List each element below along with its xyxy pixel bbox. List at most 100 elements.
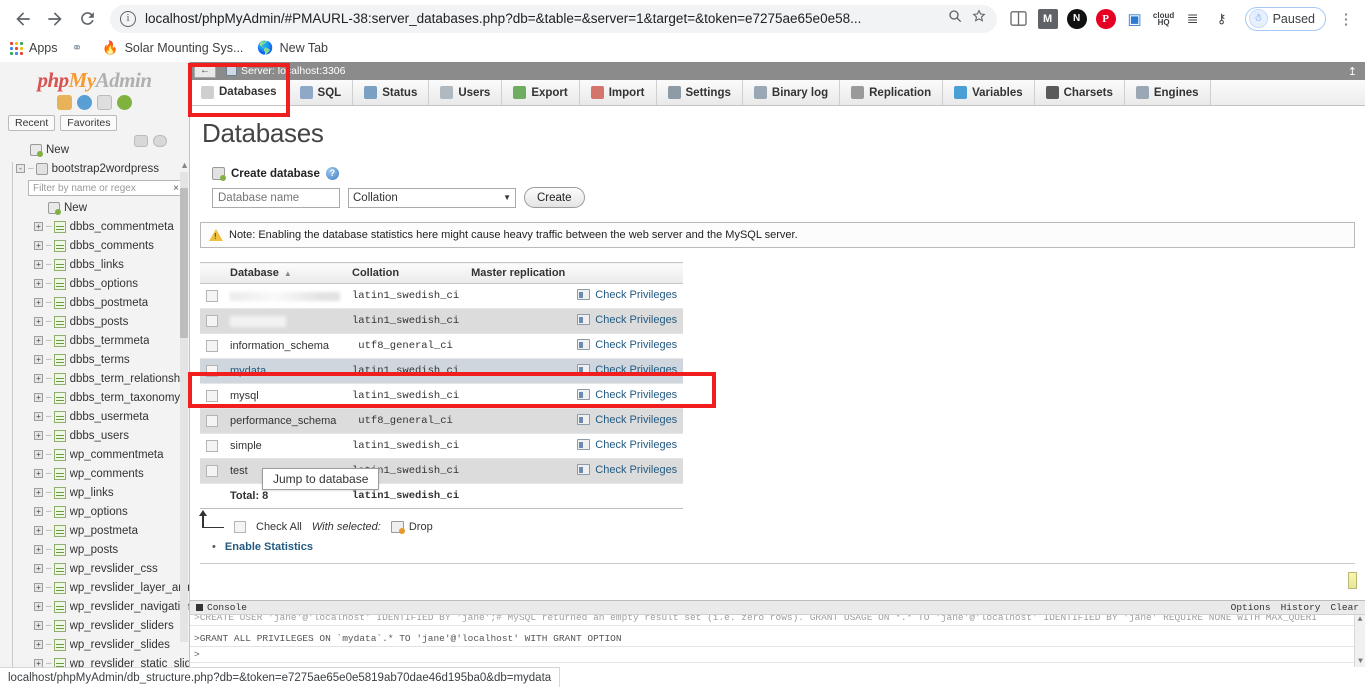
drop-button[interactable]: Drop (390, 521, 433, 534)
tab-variables[interactable]: Variables (943, 80, 1035, 105)
address-bar[interactable]: i localhost/phpMyAdmin/#PMAURL-38:server… (110, 4, 997, 33)
expand-icon[interactable]: + (34, 545, 43, 554)
tree-node-dbbs-termmeta[interactable]: + – dbbs_termmeta (0, 331, 189, 350)
tree-filter-input[interactable]: Filter by name or regex × (28, 180, 184, 196)
expand-icon[interactable]: + (34, 564, 43, 573)
expand-icon[interactable]: + (34, 488, 43, 497)
extension-n-icon[interactable]: N (1066, 8, 1087, 29)
table-row[interactable]: performance_schema utf8_general_ci Check P… (200, 408, 684, 434)
tab-users[interactable]: Users (429, 80, 503, 105)
expand-icon[interactable]: + (34, 279, 43, 288)
expand-icon[interactable]: + (34, 393, 43, 402)
expand-icon[interactable]: + (34, 374, 43, 383)
tab-replication[interactable]: Replication (840, 80, 944, 105)
kebab-menu-icon[interactable]: ⋮ (1335, 10, 1357, 28)
tree-node-dbbs-links[interactable]: + – dbbs_links (0, 255, 189, 274)
expand-icon[interactable]: + (34, 526, 43, 535)
bookmark-new-tab[interactable]: 🌎 New Tab (257, 40, 328, 56)
tree-node-dbbs-term-taxonomy[interactable]: + – dbbs_term_taxonomy (0, 388, 189, 407)
console-body[interactable]: >CREATE USER 'jane'@'localhost' IDENTIFI… (190, 615, 1365, 667)
tree-node-dbbs-usermeta[interactable]: + – dbbs_usermeta (0, 407, 189, 426)
tree-node-new[interactable]: New (0, 198, 189, 217)
expand-icon[interactable]: + (34, 507, 43, 516)
doc-icon[interactable] (97, 95, 112, 110)
table-row[interactable]: information_schema utf8_general_ci Check P… (200, 333, 684, 359)
check-privileges-link[interactable]: Check Privileges (577, 389, 677, 401)
expand-icon[interactable]: + (34, 583, 43, 592)
tree-node-wp-revslider-static-slides[interactable]: + – wp_revslider_static_slides (0, 654, 189, 667)
database-link[interactable]: mydata (230, 365, 266, 377)
extension-book-icon[interactable] (1009, 9, 1029, 29)
tree-scrollbar-thumb[interactable] (180, 188, 188, 338)
row-checkbox[interactable] (206, 340, 218, 353)
row-checkbox[interactable] (206, 365, 218, 378)
check-privileges-link[interactable]: Check Privileges (577, 464, 677, 476)
check-all-checkbox[interactable] (234, 521, 246, 533)
extension-blue-square-icon[interactable]: ▣ (1125, 9, 1145, 29)
expand-icon[interactable]: + (34, 298, 43, 307)
tree-node-dbbs-term-relationships[interactable]: + – dbbs_term_relationships (0, 369, 189, 388)
header-collation[interactable]: Collation (346, 262, 466, 284)
extension-cloudhq-icon[interactable]: cloud HQ (1153, 9, 1174, 29)
tree-node-dbbs-commentmeta[interactable]: + – dbbs_commentmeta (0, 217, 189, 236)
create-database-button[interactable]: Create (524, 187, 585, 208)
tree-node-wp-posts[interactable]: + – wp_posts (0, 540, 189, 559)
row-checkbox[interactable] (206, 440, 218, 453)
back-arrow-icon[interactable] (8, 4, 38, 34)
row-checkbox[interactable] (206, 390, 218, 403)
tree-node-dbbs-postmeta[interactable]: + – dbbs_postmeta (0, 293, 189, 312)
database-name-cell[interactable]: mydata (224, 358, 346, 384)
enable-statistics-link[interactable]: Enable Statistics (225, 541, 313, 553)
reload-icon[interactable] (117, 95, 132, 110)
collapse-icon[interactable]: - (16, 164, 25, 173)
database-name-cell[interactable]: simple (224, 433, 346, 459)
console-clear-button[interactable]: Clear (1330, 602, 1359, 613)
console-line[interactable]: > (190, 647, 1365, 663)
extension-key-icon[interactable]: ⚷ (1212, 9, 1232, 29)
collapse-icon[interactable]: ↥ (1348, 65, 1357, 78)
table-row[interactable]: latin1_swedish_ci Check Privileges (200, 308, 684, 334)
close-icon[interactable]: × (173, 183, 179, 194)
tree-node-dbbs-options[interactable]: + – dbbs_options (0, 274, 189, 293)
extension-pinterest-icon[interactable]: P (1095, 8, 1116, 29)
expand-icon[interactable]: + (34, 260, 43, 269)
check-privileges-link[interactable]: Check Privileges (577, 339, 677, 351)
phpmyadmin-logo[interactable]: phpMyAdmin (0, 62, 189, 93)
back-arrow-icon[interactable]: ← (194, 64, 216, 78)
check-privileges-link[interactable]: Check Privileges (577, 289, 677, 301)
tree-scrollbar[interactable] (180, 172, 188, 642)
collation-select[interactable]: Collation ▼ (348, 187, 516, 208)
tab-charsets[interactable]: Charsets (1034, 80, 1125, 105)
check-privileges-link[interactable]: Check Privileges (577, 364, 677, 376)
tree-scroll-up-icon[interactable]: ▲ (180, 160, 189, 170)
database-name-input[interactable] (212, 187, 340, 208)
tree-node-wp-revslider-navigations[interactable]: + – wp_revslider_navigations (0, 597, 189, 616)
tab-engines[interactable]: Engines (1124, 80, 1211, 105)
bookmark-apps[interactable]: Apps (10, 41, 58, 55)
recent-button[interactable]: Recent (8, 115, 56, 131)
database-name-cell[interactable]: information_schema (224, 333, 346, 359)
tab-sql[interactable]: SQL (288, 80, 354, 105)
expand-icon[interactable]: + (34, 659, 43, 667)
database-name-cell[interactable] (224, 283, 346, 309)
row-checkbox[interactable] (206, 290, 218, 303)
database-name-cell[interactable]: performance_schema (224, 408, 346, 434)
console-history-button[interactable]: History (1281, 602, 1321, 613)
row-checkbox[interactable] (206, 315, 218, 328)
tab-import[interactable]: Import (579, 80, 657, 105)
star-icon[interactable] (971, 8, 987, 29)
scroll-up-icon[interactable]: ▲ (1355, 615, 1365, 625)
expand-icon[interactable]: + (34, 412, 43, 421)
tree-node-wp-options[interactable]: + – wp_options (0, 502, 189, 521)
expand-icon[interactable]: + (34, 431, 43, 440)
expand-icon[interactable]: + (34, 602, 43, 611)
tree-node-new[interactable]: New (0, 140, 189, 159)
tree-node-wp-comments[interactable]: + – wp_comments (0, 464, 189, 483)
table-row[interactable]: mysql latin1_swedish_ci Check Privileges (200, 383, 684, 409)
tree-node-wp-commentmeta[interactable]: + – wp_commentmeta (0, 445, 189, 464)
expand-icon[interactable]: + (34, 317, 43, 326)
tab-status[interactable]: Status (353, 80, 430, 105)
scroll-down-icon[interactable]: ▼ (1355, 657, 1365, 667)
tree-node-dbbs-terms[interactable]: + – dbbs_terms (0, 350, 189, 369)
favorites-button[interactable]: Favorites (60, 115, 118, 131)
